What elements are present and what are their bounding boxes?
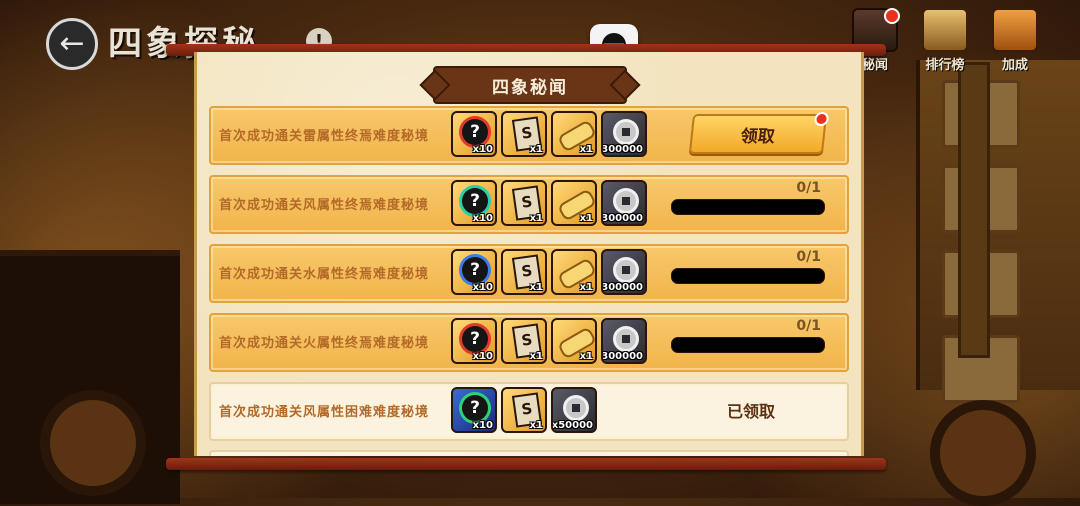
- reward-item[interactable]: S x1: [501, 387, 547, 433]
- secrets-panel: 四象秘闻 首次成功通关雷属性终焉难度秘境 ? x10 S x1 x1 x3000…: [194, 52, 864, 456]
- reward-item[interactable]: S x1: [501, 111, 547, 157]
- quest-title: 首次成功通关风属性困难难度秘境: [219, 405, 430, 420]
- reward-qty: x1: [529, 213, 543, 224]
- progress-text: 0/1: [796, 249, 821, 265]
- reward-qty: x1: [529, 420, 543, 431]
- quest-row: 首次成功通关风属性终焉难度秘境 ? x10 S x1 x1 x300000 0/…: [209, 175, 849, 234]
- quest-row: 首次成功通关水属性终焉难度秘境 ? x10 S x1 x1 x300000 0/…: [209, 244, 849, 303]
- mystery-orb-icon: ?: [462, 119, 488, 145]
- quest-title: 首次成功通关火属性终焉难度秘境: [219, 336, 430, 351]
- panel-title: 四象秘闻: [433, 66, 627, 104]
- background-round-window: [40, 390, 146, 496]
- reward-qty: x300000: [601, 213, 643, 224]
- quest-row: 首次成功通关风属性困难难度秘境 ? x10 S x1 x50000 已领取: [209, 382, 849, 441]
- claim-button-label: 领取: [739, 126, 776, 147]
- reward-item[interactable]: x300000: [601, 111, 647, 157]
- reward-item[interactable]: x50000: [551, 387, 597, 433]
- reward-qty: x1: [529, 282, 543, 293]
- reward-qty: x10: [472, 420, 493, 431]
- reward-qty: x1: [529, 144, 543, 155]
- top-menu-label: 排行榜: [925, 58, 965, 73]
- scroll-rod-bottom: [166, 458, 886, 470]
- reward-qty: x10: [472, 351, 493, 362]
- quest-row: 首次成功通关火属性终焉难度秘境 ? x10 S x1 x1 x300000 0/…: [209, 313, 849, 372]
- reward-qty: x1: [579, 282, 593, 293]
- notification-dot: [884, 8, 900, 24]
- reward-qty: x300000: [601, 351, 643, 362]
- mystery-orb-icon: ?: [462, 395, 488, 421]
- ranking-icon: [922, 8, 968, 52]
- reward-qty: x10: [472, 213, 493, 224]
- reward-item[interactable]: S x1: [501, 180, 547, 226]
- coin-icon: [563, 395, 589, 421]
- reward-qty: x10: [472, 144, 493, 155]
- reward-item[interactable]: ? x10: [451, 249, 497, 295]
- reward-item[interactable]: x1: [551, 318, 597, 364]
- reward-item[interactable]: S x1: [501, 249, 547, 295]
- reward-qty: x10: [472, 282, 493, 293]
- mystery-orb-icon: ?: [462, 188, 488, 214]
- reward-item[interactable]: ? x10: [451, 180, 497, 226]
- reward-item[interactable]: x300000: [601, 318, 647, 364]
- coin-icon: [613, 119, 639, 145]
- reward-qty: x1: [529, 351, 543, 362]
- back-button[interactable]: ←: [46, 18, 98, 70]
- reward-qty: x1: [579, 144, 593, 155]
- progress-text: 0/1: [796, 318, 821, 334]
- reward-qty: x1: [579, 213, 593, 224]
- progress-text: 0/1: [796, 180, 821, 196]
- quest-title: 首次成功通关雷属性终焉难度秘境: [219, 129, 430, 144]
- top-menu-bonus[interactable]: 加成: [980, 8, 1050, 73]
- top-menu-label: 加成: [1001, 58, 1028, 73]
- mystery-orb-icon: ?: [462, 257, 488, 283]
- progress-bar: [671, 199, 825, 215]
- background-banner: [958, 62, 990, 358]
- arrow-left-icon: ←: [59, 26, 85, 61]
- reward-qty: x300000: [601, 144, 643, 155]
- reward-item[interactable]: x1: [551, 111, 597, 157]
- quest-row: 首次成功通关雷属性终焉难度秘境 ? x10 S x1 x1 x300000 领取: [209, 106, 849, 165]
- quest-title: 首次成功通关风属性终焉难度秘境: [219, 198, 430, 213]
- bonus-arrow-icon: [992, 8, 1038, 52]
- reward-item[interactable]: x1: [551, 249, 597, 295]
- claim-button[interactable]: 领取: [688, 112, 830, 154]
- progress-bar: [671, 268, 825, 284]
- coin-icon: [613, 257, 639, 283]
- reward-item[interactable]: S x1: [501, 318, 547, 364]
- coin-icon: [613, 188, 639, 214]
- progress-bar: [671, 337, 825, 353]
- reward-item[interactable]: ? x10: [451, 318, 497, 364]
- background-round-window: [930, 400, 1036, 506]
- reward-item[interactable]: x1: [551, 180, 597, 226]
- quest-title: 首次成功通关水属性终焉难度秘境: [219, 267, 430, 282]
- reward-item[interactable]: ? x10: [451, 387, 497, 433]
- reward-qty: x300000: [601, 282, 643, 293]
- reward-item[interactable]: x300000: [601, 249, 647, 295]
- notification-dot: [813, 112, 830, 126]
- reward-item[interactable]: x300000: [601, 180, 647, 226]
- quest-row-partial: [209, 450, 849, 456]
- mystery-orb-icon: ?: [462, 326, 488, 352]
- reward-qty: x1: [579, 351, 593, 362]
- reward-item[interactable]: ? x10: [451, 111, 497, 157]
- top-menu-ranking[interactable]: 排行榜: [910, 8, 980, 73]
- claimed-status: 已领取: [727, 402, 776, 421]
- coin-icon: [613, 326, 639, 352]
- reward-qty: x50000: [551, 420, 593, 431]
